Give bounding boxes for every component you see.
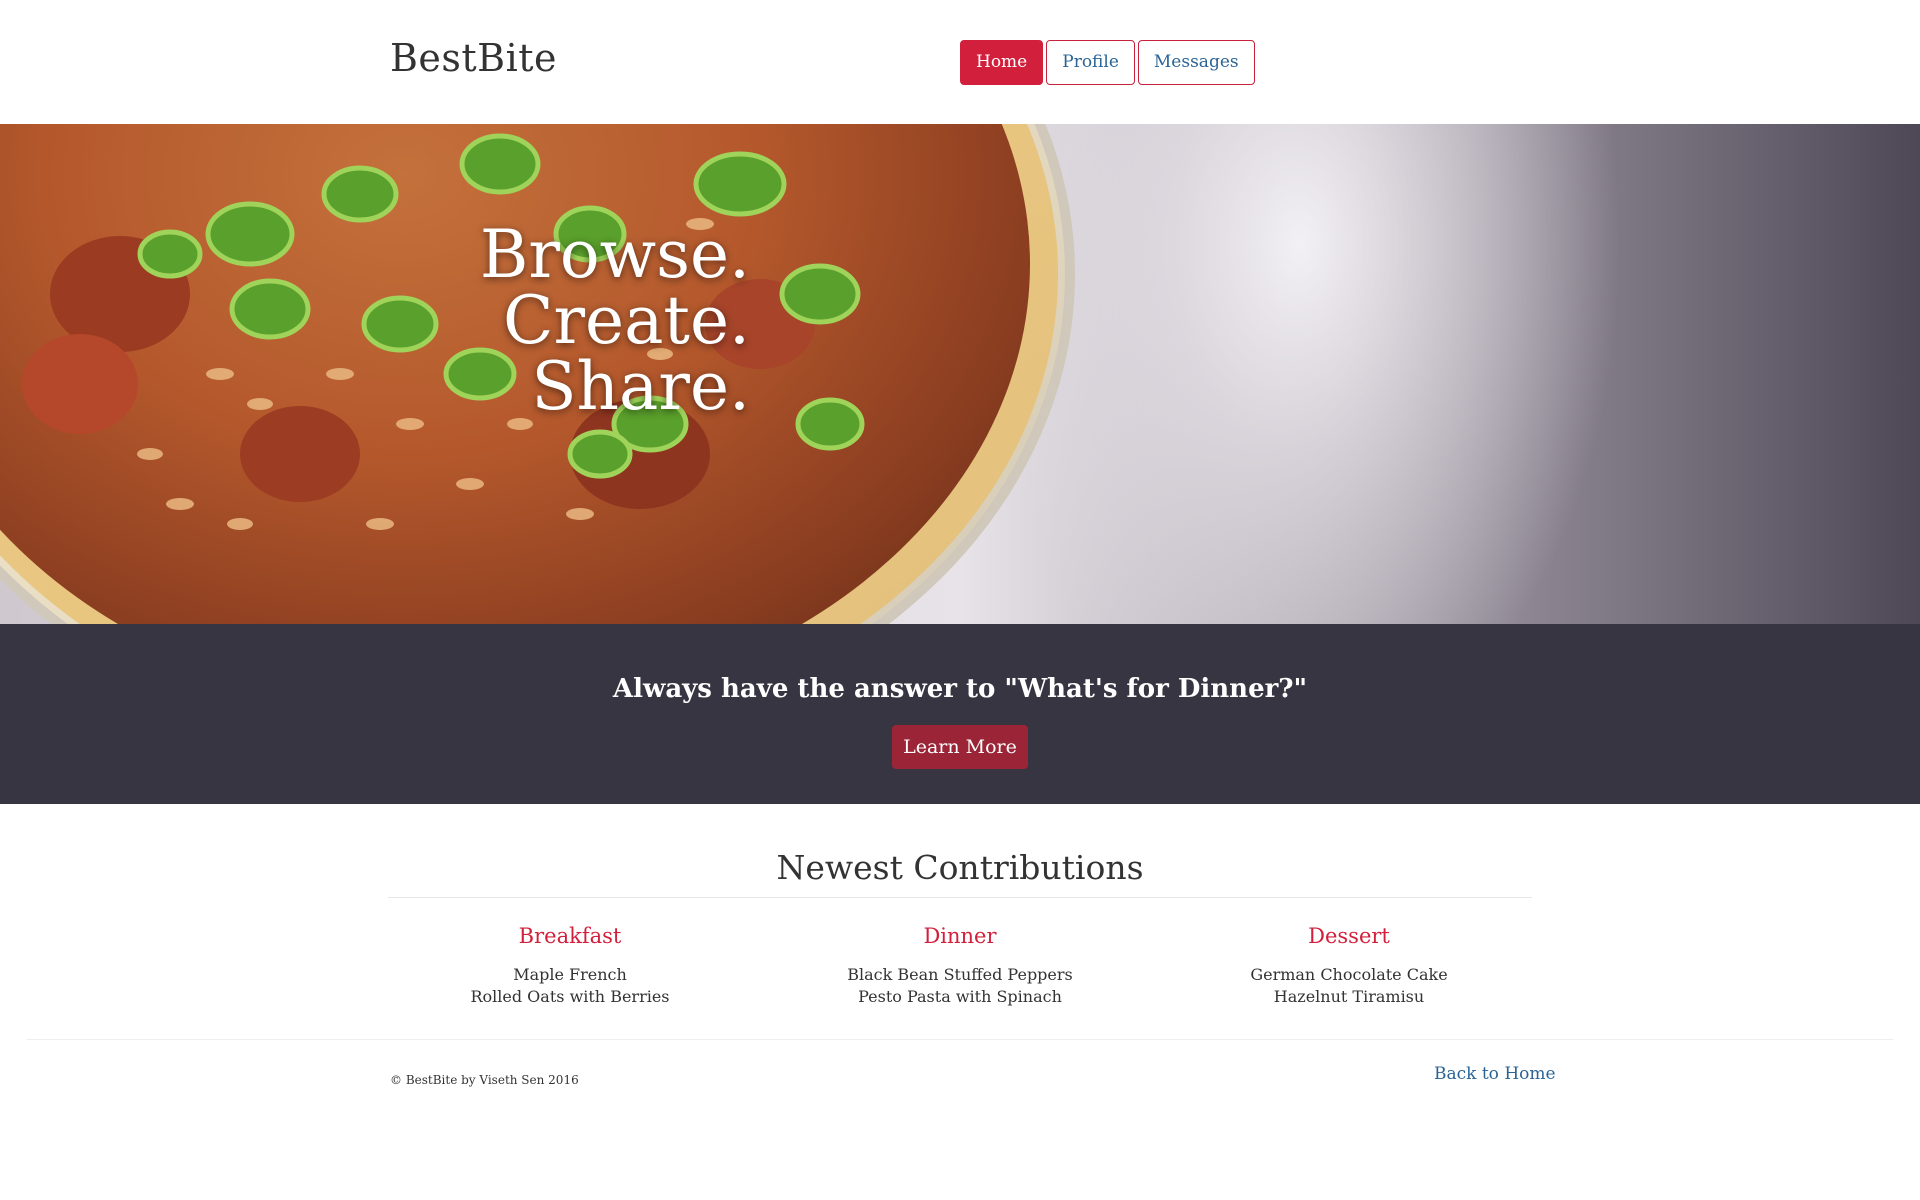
hero-line-create: Create. [502,282,750,359]
recipe-link[interactable]: Maple French [375,964,765,986]
column-heading-dinner: Dinner [923,924,997,948]
recipe-link[interactable]: Black Bean Stuffed Peppers [765,964,1155,986]
learn-more-button[interactable]: Learn More [892,725,1028,769]
column-dinner: Dinner Black Bean Stuffed Peppers Pesto … [765,924,1155,1008]
recipe-link[interactable]: Hazelnut Tiramisu [1154,986,1544,1008]
column-heading-dessert: Dessert [1308,924,1390,948]
hero-line-share: Share. [531,348,750,425]
back-to-home-link[interactable]: Back to Home [1434,1064,1556,1084]
footer-divider [27,1039,1893,1040]
tagline-text: Always have the answer to "What's for Di… [612,674,1308,704]
nav-home-button[interactable]: Home [960,40,1044,85]
contributions-divider [388,897,1532,898]
footer-copyright: © BestBite by Viseth Sen 2016 [390,1073,579,1087]
nav-profile-button[interactable]: Profile [1046,40,1135,85]
site-header: BestBite Home Profile Messages [0,0,1920,124]
recipe-link[interactable]: German Chocolate Cake [1154,964,1544,986]
tagline-band: Always have the answer to "What's for Di… [0,624,1920,804]
main-nav: Home Profile Messages [960,40,1255,85]
contributions-title: Newest Contributions [776,848,1144,887]
column-breakfast: Breakfast Maple French Rolled Oats with … [375,924,765,1008]
hero-banner: Browse. Create. Share. [0,124,1920,624]
recipe-link[interactable]: Pesto Pasta with Spinach [765,986,1155,1008]
hero-line-browse: Browse. [479,216,750,293]
nav-messages-button[interactable]: Messages [1137,40,1255,85]
hero-food-bowl-image [0,124,1075,624]
recipe-link[interactable]: Rolled Oats with Berries [375,986,765,1008]
brand-logo[interactable]: BestBite [390,36,557,80]
column-dessert: Dessert German Chocolate Cake Hazelnut T… [1154,924,1544,1008]
hero-headline: Browse. Create. Share. [470,222,750,420]
column-heading-breakfast: Breakfast [518,924,622,948]
